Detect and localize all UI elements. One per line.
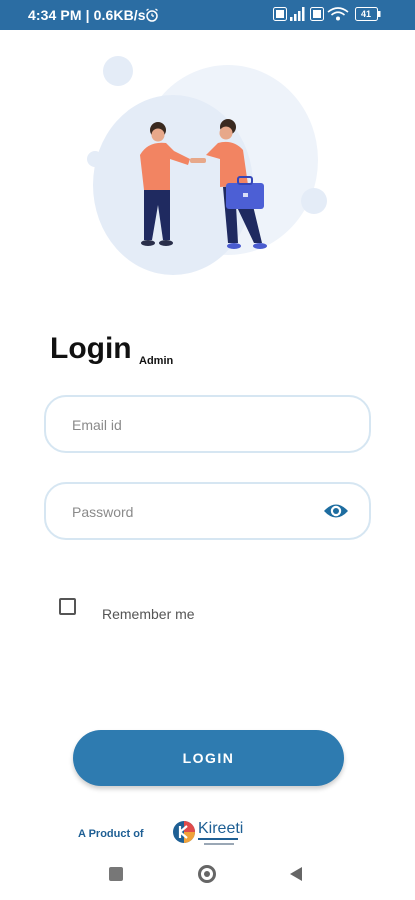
email-field[interactable]: [70, 397, 314, 453]
status-bar: 4:34 PM | 0.6KB/s 41: [0, 0, 415, 30]
home-button[interactable]: [198, 865, 216, 883]
handshake-illustration: [87, 56, 327, 275]
recent-apps-button[interactable]: [109, 867, 123, 881]
login-button[interactable]: LOGIN: [73, 730, 344, 786]
eye-icon[interactable]: [323, 501, 349, 521]
product-label: A Product of: [78, 828, 144, 840]
brand-name: Kireeti: [198, 820, 244, 837]
password-field-container: [44, 482, 371, 540]
login-role-label: Admin: [139, 355, 174, 367]
volte-icon: [273, 7, 287, 21]
password-field[interactable]: [70, 484, 314, 540]
back-icon[interactable]: [289, 866, 303, 882]
login-title: Login: [50, 332, 132, 365]
battery-level: 41: [361, 9, 372, 19]
remember-me-checkbox[interactable]: [59, 598, 76, 615]
email-field-container: [44, 395, 371, 453]
signal-icon: [290, 7, 305, 21]
remember-me-label: Remember me: [102, 606, 195, 622]
volte-icon: [310, 7, 324, 21]
alarm-icon: [146, 8, 158, 22]
wifi-icon: [327, 7, 349, 21]
status-time: 4:34 PM | 0.6KB/s: [28, 7, 146, 23]
